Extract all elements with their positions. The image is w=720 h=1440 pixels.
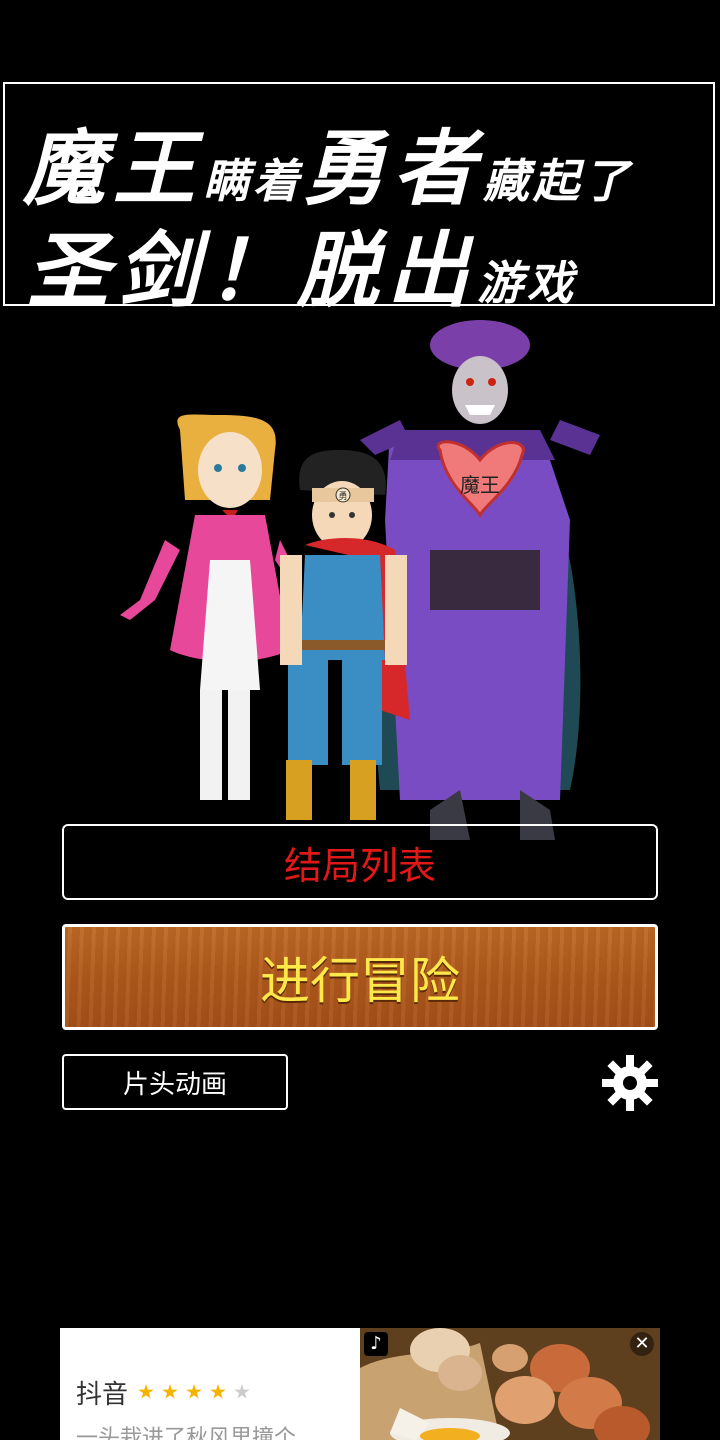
eggs-image [360, 1328, 660, 1440]
star-empty-icon [234, 1384, 250, 1399]
ad-text-panel[interactable]: 抖音 一头栽进了秋风里撞个... [60, 1328, 360, 1440]
ad-description: 一头栽进了秋风里撞个... [76, 1426, 317, 1440]
ad-rating [138, 1384, 250, 1400]
endings-list-button[interactable]: 结局列表 [62, 824, 658, 900]
ad-app-name: 抖音 [76, 1380, 129, 1410]
intro-animation-label: 片头动画 [122, 1069, 227, 1100]
title-word: 瞒着 [203, 154, 303, 208]
start-adventure-label: 进行冒险 [260, 952, 460, 1010]
ad-banner[interactable]: 抖音 一头栽进了秋风里撞个... ♪ ✕ [60, 1328, 660, 1440]
tiktok-icon: ♪ [364, 1332, 388, 1356]
characters-illustration: 魔王 勇 [120, 320, 600, 840]
star-filled-icon [138, 1384, 154, 1399]
heart-label: 魔王 [460, 473, 500, 497]
title-word: 魔王 [23, 122, 203, 217]
title-word: 勇者 [303, 122, 483, 217]
title-word: 藏起了 [483, 154, 633, 208]
start-adventure-button[interactable]: 进行冒险 [62, 924, 658, 1030]
star-filled-icon [186, 1384, 202, 1399]
title-word: 圣剑！脱出 [27, 224, 477, 319]
princess-figure [120, 414, 300, 800]
endings-list-label: 结局列表 [283, 843, 436, 888]
star-filled-icon [162, 1384, 178, 1399]
title-line-2: 圣剑！脱出游戏 [27, 204, 720, 323]
headband-label: 勇 [338, 491, 347, 502]
title-banner: 魔王瞒着勇者藏起了 圣剑！脱出游戏 [3, 82, 715, 319]
close-icon[interactable]: ✕ [630, 1332, 654, 1356]
gear-icon[interactable] [600, 1053, 660, 1113]
ad-image[interactable]: ♪ ✕ [360, 1328, 660, 1440]
star-filled-icon [210, 1384, 226, 1399]
title-word: 游戏 [477, 256, 577, 310]
intro-animation-button[interactable]: 片头动画 [62, 1054, 288, 1110]
